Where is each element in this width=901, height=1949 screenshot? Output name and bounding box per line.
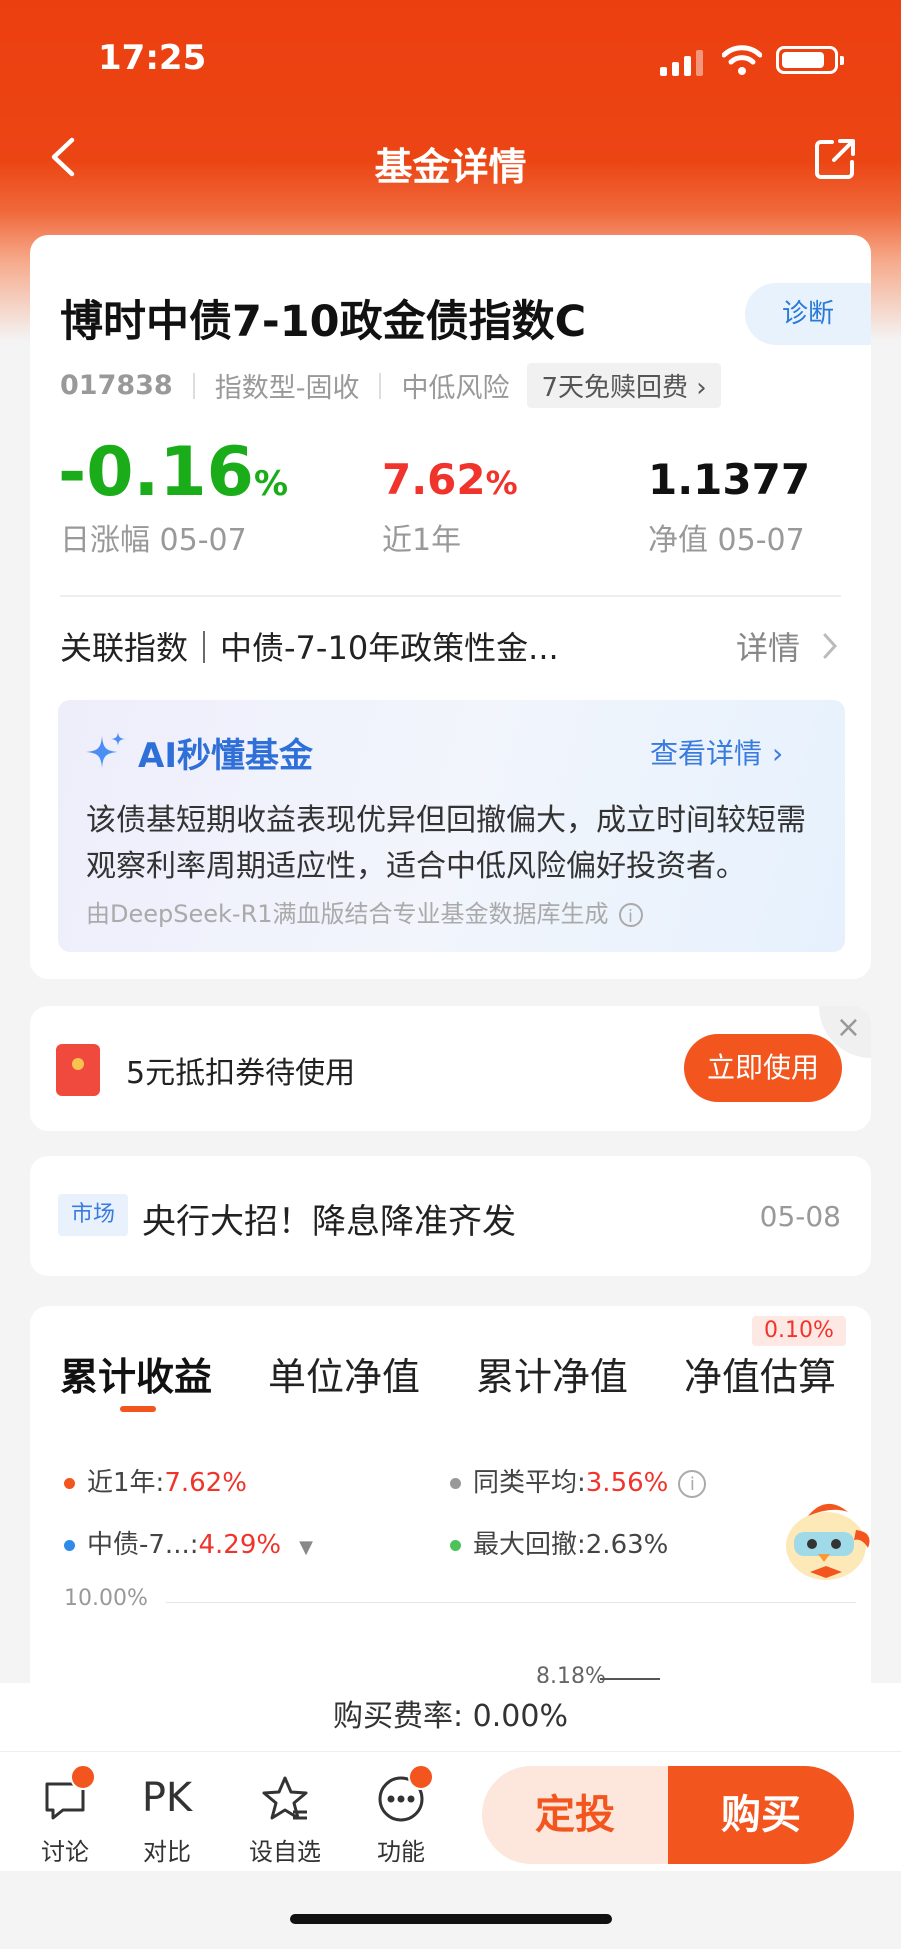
- related-index-detail[interactable]: 详情: [736, 623, 800, 669]
- battery-icon: [776, 46, 844, 74]
- ai-summary-text: 该债基短期收益表现优异但回撤偏大，成立时间较短需观察利率周期适应性，适合中低风险…: [86, 803, 806, 884]
- legend-drawdown-label: 最大回撤:: [473, 1530, 586, 1560]
- legend-peer: 同类平均:3.56% i: [450, 1462, 707, 1499]
- mascot-icon[interactable]: [782, 1488, 876, 1584]
- legend-index[interactable]: 中债-7...:4.29% ▼: [64, 1524, 313, 1561]
- signal-icon: [660, 50, 704, 76]
- use-coupon-button[interactable]: 立即使用: [684, 1034, 842, 1102]
- pk-icon: PK: [141, 1775, 193, 1821]
- diagnose-button[interactable]: 诊断: [745, 283, 871, 345]
- tab-nav-estimate[interactable]: 净值估算: [684, 1346, 836, 1401]
- bottom-action-bar: 讨论 PK 对比 设自选 功能 定投 购买: [0, 1751, 901, 1872]
- star-icon: [262, 1776, 308, 1820]
- buy-button[interactable]: 购买: [668, 1766, 854, 1864]
- chevron-right-icon: ›: [772, 737, 784, 770]
- tool-label: 设自选: [249, 1838, 321, 1866]
- ai-more-link[interactable]: 查看详情 ›: [650, 732, 783, 772]
- performance-card: 累计收益 单位净值 累计净值 净值估算 0.10% 近1年:7.62% 同类平均…: [30, 1306, 871, 1726]
- legend-drawdown: 最大回撤:2.63%: [450, 1524, 668, 1561]
- fund-type: 指数型-固收: [214, 373, 360, 404]
- dropdown-triangle-icon[interactable]: ▼: [299, 1537, 313, 1558]
- notification-dot: [70, 1764, 96, 1790]
- sip-button[interactable]: 定投: [482, 1766, 668, 1864]
- legend-peer-label: 同类平均:: [473, 1468, 586, 1498]
- news-card[interactable]: 市场 央行大招！降息降准齐发 05-08: [30, 1156, 871, 1276]
- ai-more-label: 查看详情: [650, 737, 763, 770]
- fund-meta: 017838 指数型-固收 中低风险 7天免赎回费 ›: [60, 363, 721, 408]
- red-envelope-icon: [56, 1044, 100, 1096]
- year-return-label: 近1年: [382, 523, 462, 558]
- legend-dot: [450, 1540, 461, 1551]
- wifi-icon: [722, 45, 762, 75]
- share-icon[interactable]: [812, 136, 858, 182]
- news-headline[interactable]: 央行大招！降息降准齐发: [142, 1194, 516, 1243]
- sparkle-icon: [86, 732, 125, 768]
- chart-line-segment: [600, 1678, 660, 1680]
- info-icon[interactable]: i: [618, 903, 643, 927]
- legend-drawdown-value: 2.63%: [585, 1530, 669, 1560]
- coupon-text: 5元抵扣券待使用: [126, 1056, 356, 1091]
- active-tab-indicator: [120, 1406, 156, 1412]
- chart-grid-line: [166, 1602, 856, 1603]
- home-indicator-area: [0, 1871, 901, 1949]
- daily-change: -0.16%: [58, 433, 288, 512]
- ai-title: AI秒懂基金: [138, 736, 313, 776]
- related-index[interactable]: 关联指数｜中债-7-10年政策性金...: [60, 623, 559, 669]
- legend-year: 近1年:7.62%: [64, 1462, 247, 1499]
- tool-compare[interactable]: PK 对比: [122, 1770, 212, 1867]
- year-return-value: 7.62: [382, 455, 486, 504]
- tab-cumulative-return[interactable]: 累计收益: [60, 1346, 212, 1401]
- divider: [60, 595, 841, 597]
- fund-name: 博时中债7-10政金债指数C: [60, 297, 587, 347]
- tool-discuss[interactable]: 讨论: [20, 1764, 110, 1867]
- legend-peer-value: 3.56%: [585, 1468, 669, 1498]
- legend-dot: [450, 1478, 461, 1489]
- news-tag: 市场: [58, 1194, 128, 1236]
- legend-dot: [64, 1540, 75, 1551]
- legend-year-label: 近1年:: [87, 1468, 165, 1498]
- ai-summary-box: AI秒懂基金 查看详情 › 该债基短期收益表现优异但回撤偏大，成立时间较短需观察利…: [58, 700, 845, 952]
- daily-change-unit: %: [254, 464, 289, 504]
- tool-label: 讨论: [41, 1838, 89, 1866]
- legend-year-value: 7.62%: [164, 1468, 247, 1498]
- chart-axis-label: 10.00%: [64, 1586, 148, 1611]
- news-date: 05-08: [759, 1200, 841, 1233]
- daily-change-label: 日涨幅 05-07: [60, 523, 247, 558]
- coupon-card: 5元抵扣券待使用 立即使用 ×: [30, 1006, 871, 1131]
- purchase-fee: 购买费率: 0.00%: [0, 1683, 901, 1751]
- fund-summary-card: 博时中债7-10政金债指数C 诊断 017838 指数型-固收 中低风险 7天免…: [30, 235, 871, 979]
- daily-change-value: -0.16: [58, 433, 254, 512]
- legend-index-label: 中债-7...:: [87, 1530, 199, 1560]
- legend-dot: [64, 1478, 75, 1489]
- legend-index-value: 4.29%: [198, 1530, 282, 1560]
- nav-label: 净值 05-07: [648, 523, 805, 558]
- info-icon[interactable]: i: [678, 1469, 707, 1498]
- home-indicator[interactable]: [290, 1914, 612, 1924]
- tool-more[interactable]: 功能: [356, 1764, 446, 1867]
- page-title: 基金详情: [374, 145, 527, 189]
- fund-risk: 中低风险: [401, 373, 510, 404]
- tool-label: 对比: [143, 1838, 191, 1866]
- tool-label: 功能: [377, 1838, 425, 1866]
- tab-cumulative-nav[interactable]: 累计净值: [476, 1346, 628, 1401]
- nav-value: 1.1377: [648, 455, 811, 504]
- close-icon: ×: [835, 1010, 861, 1045]
- year-return: 7.62%: [382, 455, 518, 504]
- status-time: 17:25: [98, 38, 207, 78]
- estimate-badge: 0.10%: [752, 1316, 846, 1346]
- redeem-fee-tag[interactable]: 7天免赎回费 ›: [527, 363, 721, 408]
- fund-code: 017838: [60, 370, 173, 401]
- tool-watchlist[interactable]: 设自选: [240, 1770, 330, 1867]
- year-return-unit: %: [485, 464, 518, 502]
- ai-source-text: 由DeepSeek-R1满血版结合专业基金数据库生成: [86, 900, 609, 928]
- chevron-right-icon: [823, 633, 838, 659]
- tab-unit-nav[interactable]: 单位净值: [268, 1346, 420, 1401]
- notification-dot: [408, 1764, 434, 1790]
- ai-source: 由DeepSeek-R1满血版结合专业基金数据库生成 i: [86, 894, 643, 929]
